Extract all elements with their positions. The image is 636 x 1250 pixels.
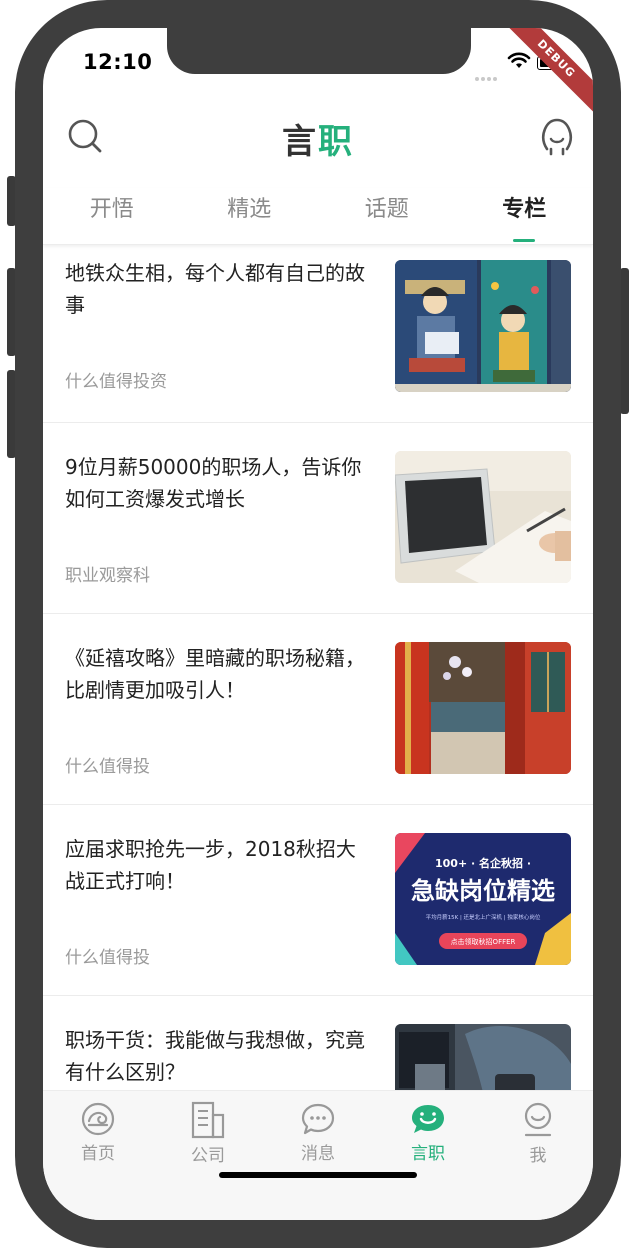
- article-card[interactable]: 地铁众生相，每个人都有自己的故事 什么值得投资: [43, 245, 593, 423]
- nav-item-me[interactable]: 我: [488, 1101, 588, 1171]
- status-time: 12:10: [83, 50, 153, 74]
- article-card[interactable]: 《延禧攻略》里暗藏的职场秘籍，比剧情更加吸引人！ 什么值得投: [43, 614, 593, 805]
- profile-icon[interactable]: [539, 116, 575, 156]
- home-indicator[interactable]: [219, 1172, 417, 1178]
- banner-top-text: 100+ · 名企秋招 ·: [435, 856, 531, 870]
- category-tabs: 开悟 精选 话题 专栏: [43, 188, 593, 245]
- app-title: 言职: [282, 122, 354, 162]
- home-icon: [81, 1102, 115, 1136]
- nav-label: 公司: [191, 1146, 225, 1166]
- tab-huati[interactable]: 话题: [318, 188, 456, 244]
- nav-item-yanzhi[interactable]: 言职: [378, 1101, 478, 1171]
- nav-item-messages[interactable]: 消息: [268, 1101, 368, 1171]
- wifi-icon: [507, 52, 531, 68]
- notch: [167, 28, 471, 74]
- company-icon: [191, 1101, 225, 1139]
- tab-zhuanlan[interactable]: 专栏: [456, 188, 594, 244]
- nav-label: 首页: [81, 1144, 115, 1164]
- article-title: 职场干货：我能做与我想做，究竟有什么区别？: [65, 1028, 365, 1084]
- nav-label: 言职: [411, 1144, 445, 1164]
- tab-kaiwu[interactable]: 开悟: [43, 188, 181, 244]
- banner-sub-text: 平均月薪15K | 还是北上广深机 | 独家核心岗位: [426, 913, 541, 921]
- tab-jingxuan[interactable]: 精选: [181, 188, 319, 244]
- article-thumbnail: [395, 642, 571, 774]
- nav-item-company[interactable]: 公司: [158, 1101, 258, 1171]
- signal-icon: [475, 66, 499, 85]
- article-source: 什么值得投: [65, 757, 150, 777]
- yanzhi-icon: [412, 1105, 444, 1133]
- article-card[interactable]: 职场干货：我能做与我想做，究竟有什么区别？: [43, 996, 593, 1090]
- article-source: 职业观察科: [65, 566, 150, 586]
- article-feed: 地铁众生相，每个人都有自己的故事 什么值得投资 9位月薪50000的职场人，告诉…: [43, 245, 593, 1090]
- article-thumbnail: [395, 451, 571, 583]
- nav-label: 我: [529, 1146, 547, 1166]
- article-source: 什么值得投: [65, 948, 150, 968]
- banner-main-text: 急缺岗位精选: [411, 877, 555, 905]
- banner-button-text: 点击领取秋招OFFER: [451, 937, 516, 946]
- profile-icon: [524, 1102, 552, 1137]
- app-header: 言职: [43, 108, 593, 168]
- message-icon: [301, 1103, 335, 1135]
- article-source: 什么值得投资: [65, 372, 167, 392]
- article-title: 应届求职抢先一步，2018秋招大战正式打响！: [65, 837, 356, 893]
- article-card[interactable]: 应届求职抢先一步，2018秋招大战正式打响！ 什么值得投 100+ · 名企秋招…: [43, 805, 593, 996]
- nav-item-home[interactable]: 首页: [48, 1101, 148, 1171]
- nav-label: 消息: [301, 1144, 335, 1164]
- article-thumbnail: [395, 1024, 571, 1090]
- app-screen: DEBUG 12:10 言职 开悟 精选 话题 专栏 地铁众生相，每个人都有自己…: [43, 28, 593, 1220]
- article-thumbnail: [395, 260, 571, 392]
- article-title: 《延禧攻略》里暗藏的职场秘籍，比剧情更加吸引人！: [65, 646, 365, 702]
- bottom-tab-bar: 首页 公司 消息 言职 我: [43, 1090, 593, 1220]
- power-button: [620, 268, 629, 414]
- article-thumbnail: 100+ · 名企秋招 · 急缺岗位精选 平均月薪15K | 还是北上广深机 |…: [395, 833, 571, 965]
- article-title: 地铁众生相，每个人都有自己的故事: [65, 261, 365, 317]
- article-title: 9位月薪50000的职场人，告诉你如何工资爆发式增长: [65, 455, 362, 511]
- article-card[interactable]: 9位月薪50000的职场人，告诉你如何工资爆发式增长 职业观察科: [43, 423, 593, 614]
